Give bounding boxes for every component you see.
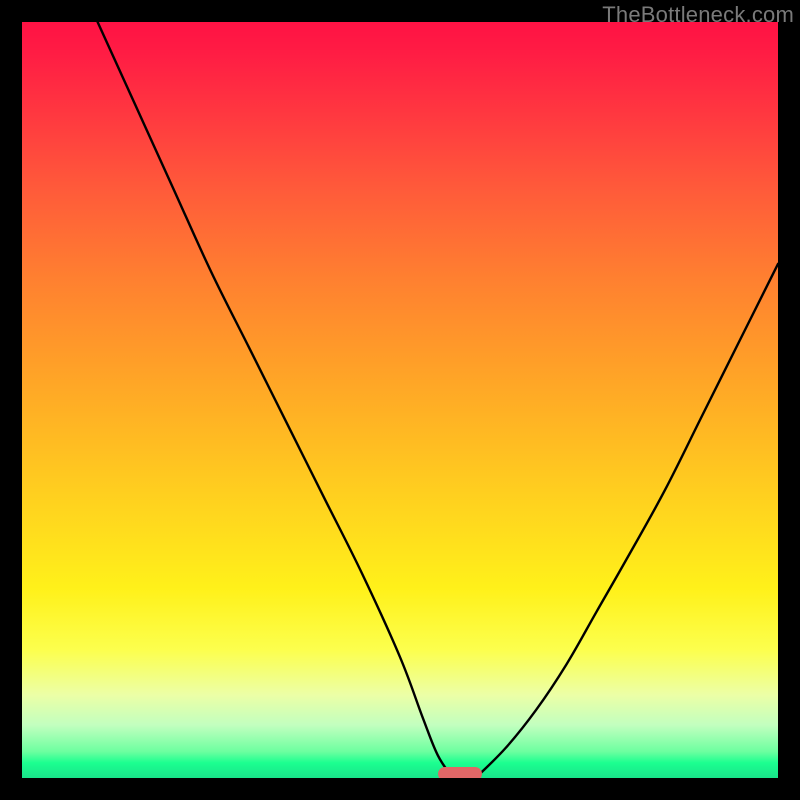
watermark-text: TheBottleneck.com [602,2,794,28]
chart-frame: TheBottleneck.com [0,0,800,800]
optimal-marker [438,767,482,778]
plot-area [22,22,778,778]
bottleneck-curve [22,22,778,778]
